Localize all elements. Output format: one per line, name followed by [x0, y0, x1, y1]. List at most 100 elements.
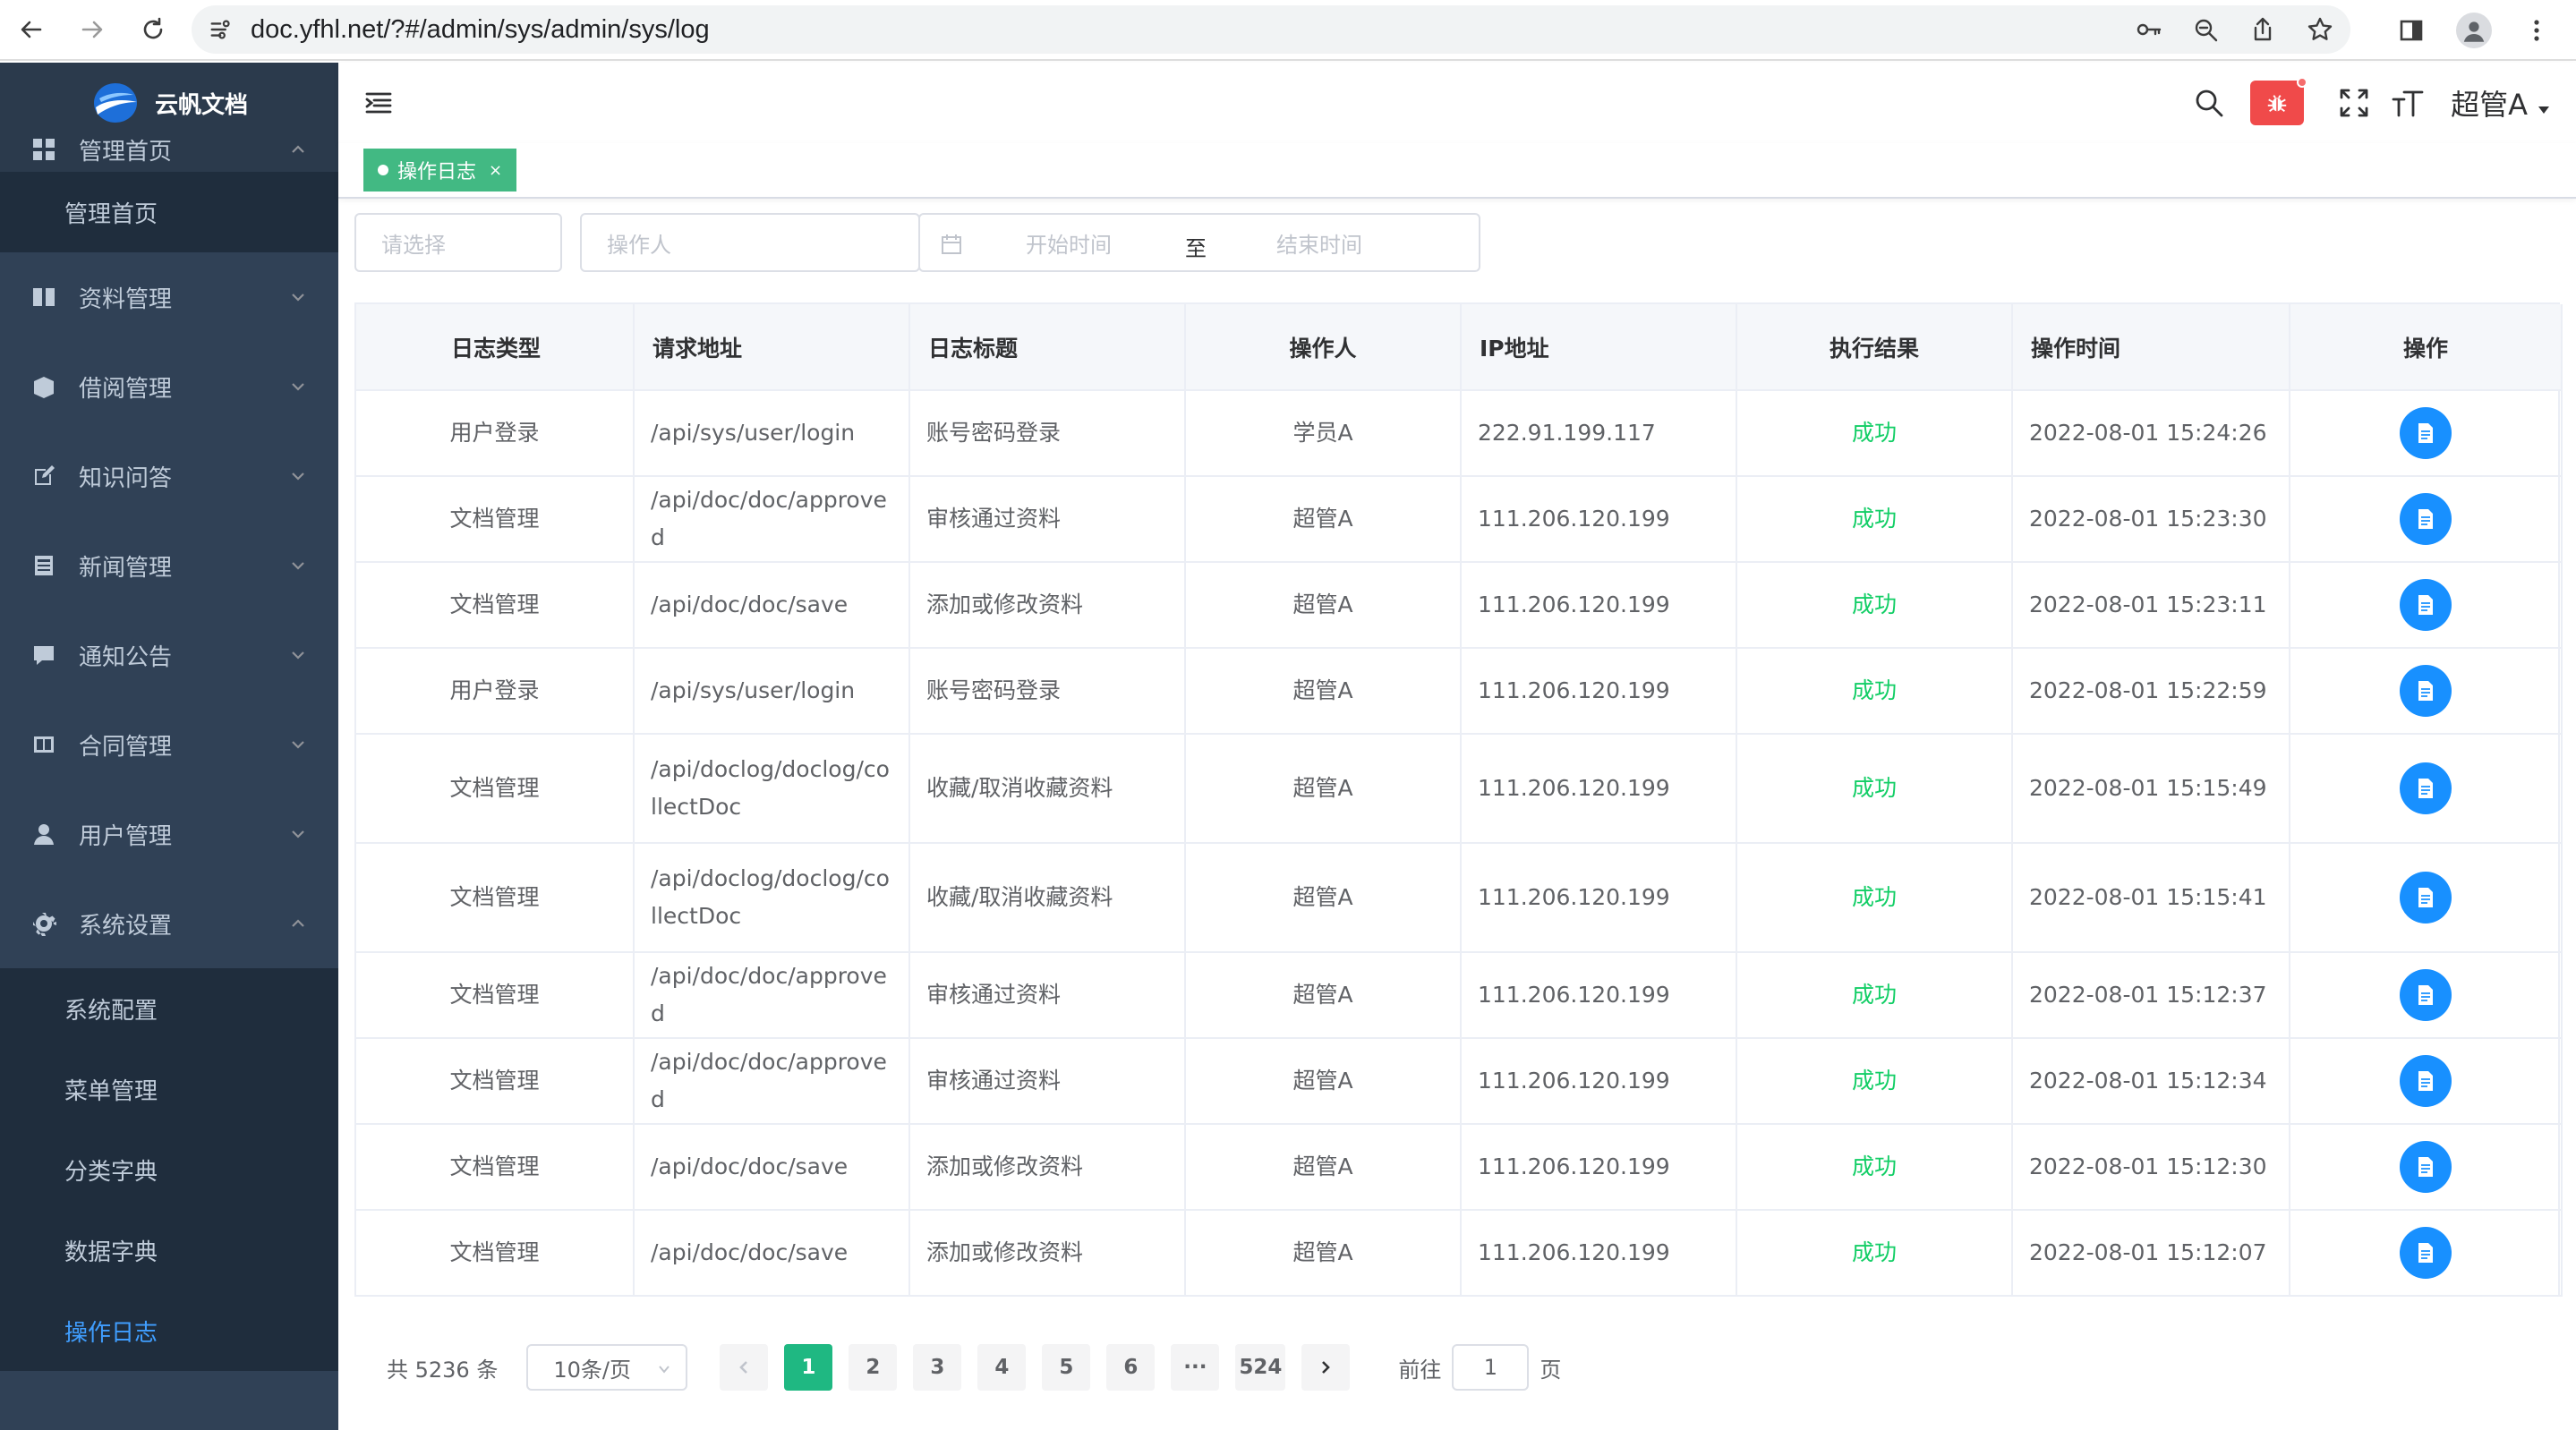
view-detail-button[interactable]	[2400, 1141, 2452, 1193]
gear-icon	[30, 910, 57, 937]
current-user-name[interactable]: 超管A	[2451, 82, 2528, 123]
view-detail-button[interactable]	[2400, 407, 2452, 459]
page-size-select[interactable]: 10条/页	[526, 1344, 688, 1391]
top-header: 超管A	[338, 63, 2576, 143]
view-detail-button[interactable]	[2400, 969, 2452, 1021]
menu-group-dashboard[interactable]: 管理首页	[0, 127, 338, 172]
goto-suffix: 页	[1540, 1357, 1562, 1383]
address-bar[interactable]: doc.yfhl.net/?#/admin/sys/admin/sys/log	[192, 5, 2350, 54]
header-actions: 超管A	[2173, 63, 2551, 143]
sidebar-toggle-button[interactable]	[363, 88, 394, 118]
page-number-button[interactable]: 6	[1106, 1344, 1156, 1391]
back-button[interactable]	[11, 9, 52, 50]
view-detail-button[interactable]	[2400, 493, 2452, 545]
menu-group-news[interactable]: 新闻管理	[0, 521, 338, 610]
operator-input[interactable]: 操作人	[580, 213, 920, 272]
chevron-down-icon	[290, 468, 306, 484]
tag-label: 操作日志	[397, 161, 477, 183]
sidebar-item-operation-log[interactable]: 操作日志	[0, 1290, 338, 1371]
header-search-button[interactable]	[2191, 85, 2227, 121]
kebab-menu-icon[interactable]	[2522, 16, 2551, 45]
menu-group-contracts[interactable]: 合同管理	[0, 700, 338, 789]
table-row: 文档管理/api/doc/doc/approved 审核通过资料 超管A 111.20…	[356, 1038, 2563, 1125]
request-path-cell: /api/doc/doc/save	[634, 562, 910, 649]
close-icon[interactable]: ×	[489, 161, 502, 180]
key-icon[interactable]	[2134, 15, 2162, 44]
operator-cell: 超管A	[1185, 1124, 1462, 1211]
start-time-input[interactable]: 开始时间	[1026, 227, 1112, 259]
error-log-button[interactable]	[2250, 77, 2308, 125]
menu-group-notices[interactable]: 通知公告	[0, 610, 338, 700]
side-panel-icon[interactable]	[2397, 16, 2426, 45]
reload-icon	[143, 17, 163, 39]
operation-time-cell: 2022-08-01 15:23:30	[2012, 476, 2290, 563]
chevron-up-icon	[290, 141, 306, 157]
font-size-button[interactable]	[2390, 85, 2426, 121]
log-title-cell: 审核通过资料	[909, 1038, 1186, 1125]
page-number-button[interactable]: 3	[913, 1344, 962, 1391]
sidebar-item-menu-management[interactable]: 菜单管理	[0, 1049, 338, 1129]
page-number-button[interactable]: 2	[849, 1344, 898, 1391]
sidebar-item-dashboard-home[interactable]: 管理首页	[0, 172, 338, 252]
view-detail-button[interactable]	[2400, 762, 2452, 814]
caret-down-icon[interactable]	[2537, 103, 2551, 117]
log-title-cell: 审核通过资料	[909, 952, 1186, 1039]
menu-group-system-settings[interactable]: 系统设置	[0, 879, 338, 968]
column-header: 操作时间	[2012, 304, 2290, 391]
sidebar-item-data-dictionary[interactable]: 数据字典	[0, 1210, 338, 1290]
end-time-input[interactable]: 结束时间	[1276, 227, 1362, 259]
operation-time-cell: 2022-08-01 15:12:30	[2012, 1124, 2290, 1211]
operation-time-cell: 2022-08-01 15:12:07	[2012, 1210, 2290, 1297]
date-range-picker[interactable]: 开始时间 至 结束时间	[918, 213, 1480, 272]
operator-cell: 超管A	[1185, 843, 1462, 953]
result-cell: 成功	[1736, 843, 2013, 953]
document-icon	[2418, 1071, 2433, 1091]
page-number-button[interactable]: 5	[1042, 1344, 1091, 1391]
sidebar: 云帆文档 管理首页 管理首页 资料管理 借阅管理 知识问答 新闻管理 通知公告 …	[0, 63, 338, 1430]
forward-button[interactable]	[72, 9, 113, 50]
zoom-icon[interactable]	[2191, 15, 2220, 44]
page-number-button[interactable]: 1	[784, 1344, 833, 1391]
goto-page-input[interactable]: 1	[1452, 1344, 1530, 1391]
log-type-select[interactable]: 请选择	[354, 213, 562, 272]
prev-page-button[interactable]	[720, 1344, 769, 1391]
chevron-up-icon	[290, 915, 306, 932]
log-table: 日志类型 请求地址 日志标题 操作人 IP地址 执行结果 操作时间 操作 用户登…	[354, 302, 2563, 1297]
reload-button[interactable]	[132, 9, 174, 50]
action-cell	[2290, 1210, 2563, 1297]
view-detail-button[interactable]	[2400, 1055, 2452, 1107]
site-info-icon[interactable]	[206, 13, 238, 46]
star-icon[interactable]	[2306, 15, 2334, 44]
view-detail-button[interactable]	[2400, 1227, 2452, 1279]
menu-group-label: 通知公告	[79, 643, 173, 671]
share-icon[interactable]	[2248, 15, 2277, 44]
document-icon	[2418, 1243, 2433, 1263]
fullscreen-button[interactable]	[2336, 85, 2372, 121]
sidebar-item-system-config[interactable]: 系统配置	[0, 968, 338, 1049]
menu-group-label: 管理首页	[79, 138, 173, 166]
next-page-button[interactable]	[1301, 1344, 1351, 1391]
menu-group-materials[interactable]: 资料管理	[0, 252, 338, 342]
view-detail-button[interactable]	[2400, 872, 2452, 924]
pagination: 共 5236 条 10条/页 1 2 3 4 5 6 ··· 524 前往 1 页	[387, 1344, 1561, 1391]
arrow-left-icon	[21, 21, 42, 38]
view-detail-button[interactable]	[2400, 665, 2452, 717]
profile-avatar[interactable]	[2456, 13, 2492, 48]
sidebar-item-category-dictionary[interactable]: 分类字典	[0, 1129, 338, 1210]
menu-group-users[interactable]: 用户管理	[0, 789, 338, 879]
page-ellipsis-button[interactable]: ···	[1171, 1344, 1220, 1391]
page-number-button[interactable]: 4	[977, 1344, 1027, 1391]
operator-cell: 超管A	[1185, 476, 1462, 563]
ip-address-cell: 222.91.199.117	[1461, 390, 1737, 477]
page-number-button[interactable]: 524	[1235, 1344, 1286, 1391]
font-size-icon	[2392, 90, 2424, 117]
view-detail-button[interactable]	[2400, 579, 2452, 631]
column-header: 请求地址	[634, 304, 910, 391]
search-icon	[2196, 89, 2223, 117]
menu-group-borrowing[interactable]: 借阅管理	[0, 342, 338, 431]
ip-address-cell: 111.206.120.199	[1461, 1210, 1737, 1297]
menu-group-qa[interactable]: 知识问答	[0, 431, 338, 521]
ip-address-cell: 111.206.120.199	[1461, 1124, 1737, 1211]
chevron-down-icon	[290, 826, 306, 842]
tag-operation-log[interactable]: 操作日志 ×	[363, 149, 517, 192]
